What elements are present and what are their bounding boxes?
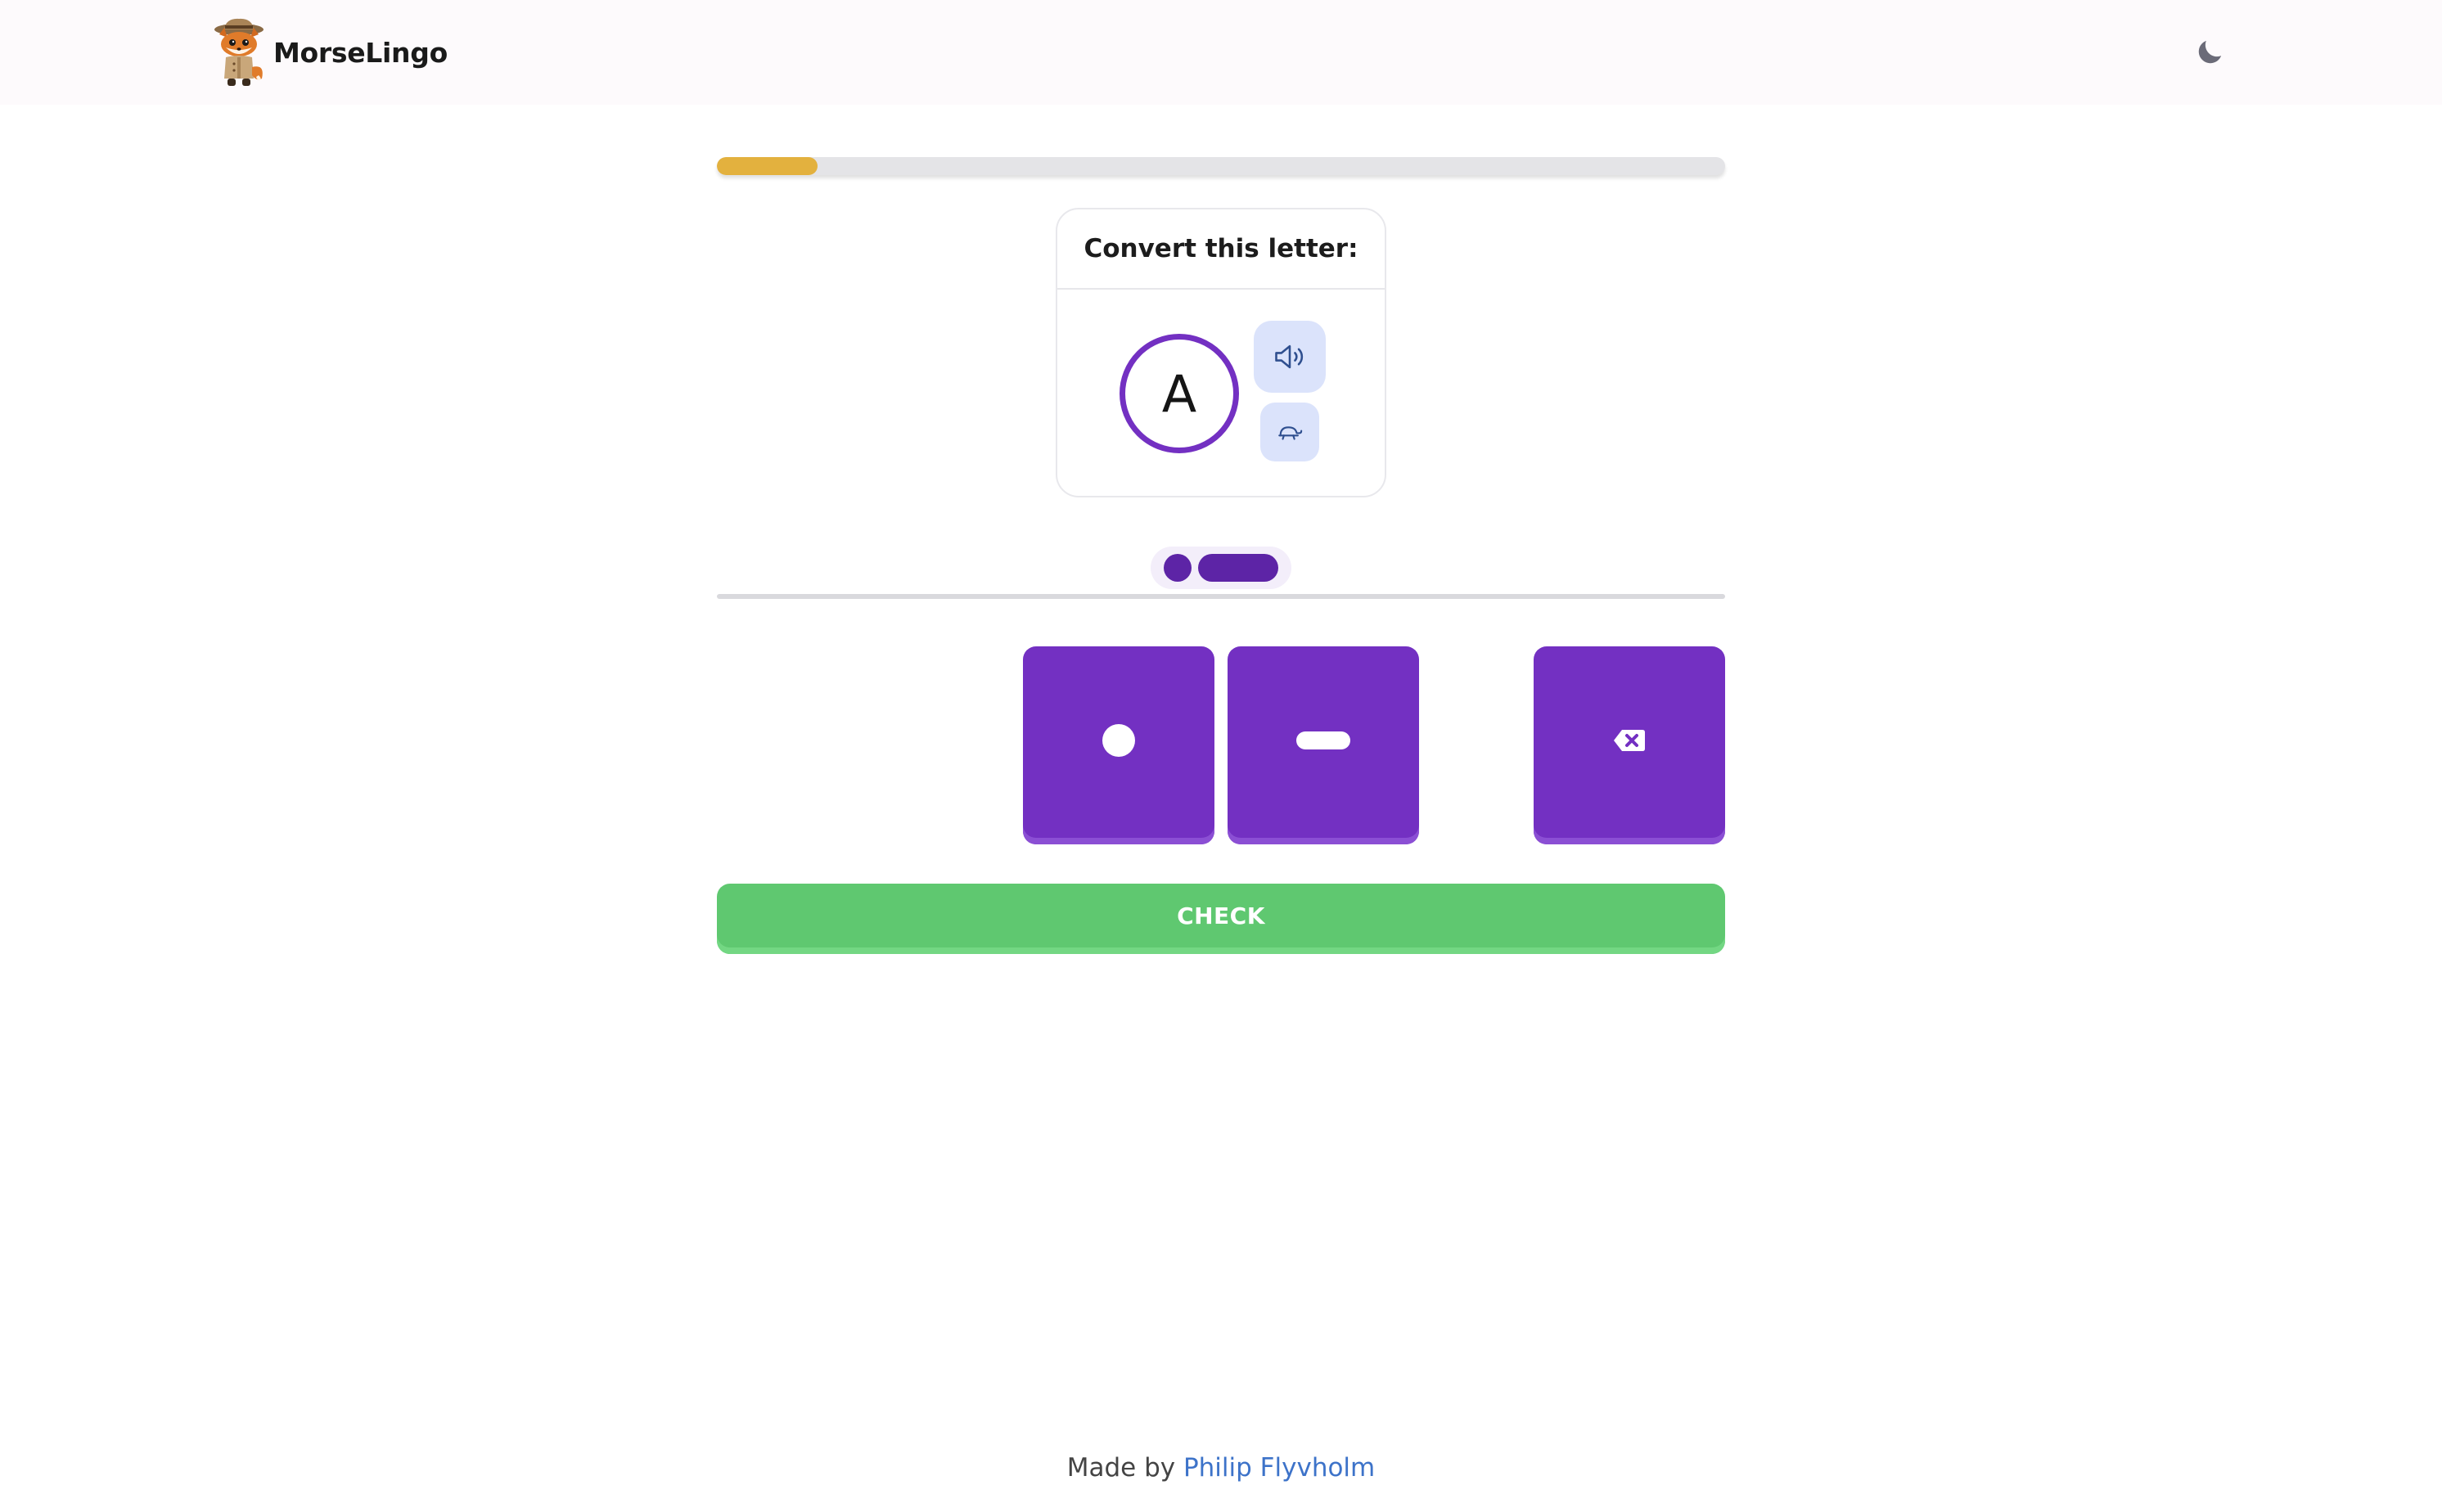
answer-divider [717,594,1725,599]
play-sound-button[interactable] [1254,321,1326,393]
dash-icon [1296,731,1350,749]
dash-key-button[interactable] [1228,646,1419,844]
app-header: MorseLingo [0,0,2442,105]
play-slow-button[interactable] [1260,403,1319,461]
speaker-icon [1275,344,1304,369]
author-link[interactable]: Philip Flyvholm [1183,1453,1375,1483]
prompt-instruction: Convert this letter: [1057,209,1385,290]
morse-answer-display [1151,547,1291,589]
answer-dot-symbol [1164,554,1192,582]
footer-prefix: Made by [1066,1453,1176,1483]
page-footer: Made by Philip Flyvholm [0,1453,2442,1483]
dot-icon [1102,724,1135,757]
target-letter: A [1120,334,1239,453]
turtle-icon [1278,426,1303,440]
fox-logo-icon [214,18,264,86]
lesson-progress-fill [717,157,818,175]
lesson-progress-bar [717,157,1725,175]
dot-key-button[interactable] [1023,646,1214,844]
check-button[interactable]: CHECK [717,884,1725,954]
app-name: MorseLingo [273,36,448,69]
brand-home-link[interactable]: MorseLingo [211,16,448,88]
answer-dash-symbol [1198,554,1278,582]
backspace-key-button[interactable] [1534,646,1725,844]
moon-icon [2198,40,2222,64]
backspace-icon [1614,730,1645,751]
theme-toggle-button[interactable] [2190,33,2229,72]
prompt-card: Convert this letter: A [1056,208,1386,497]
